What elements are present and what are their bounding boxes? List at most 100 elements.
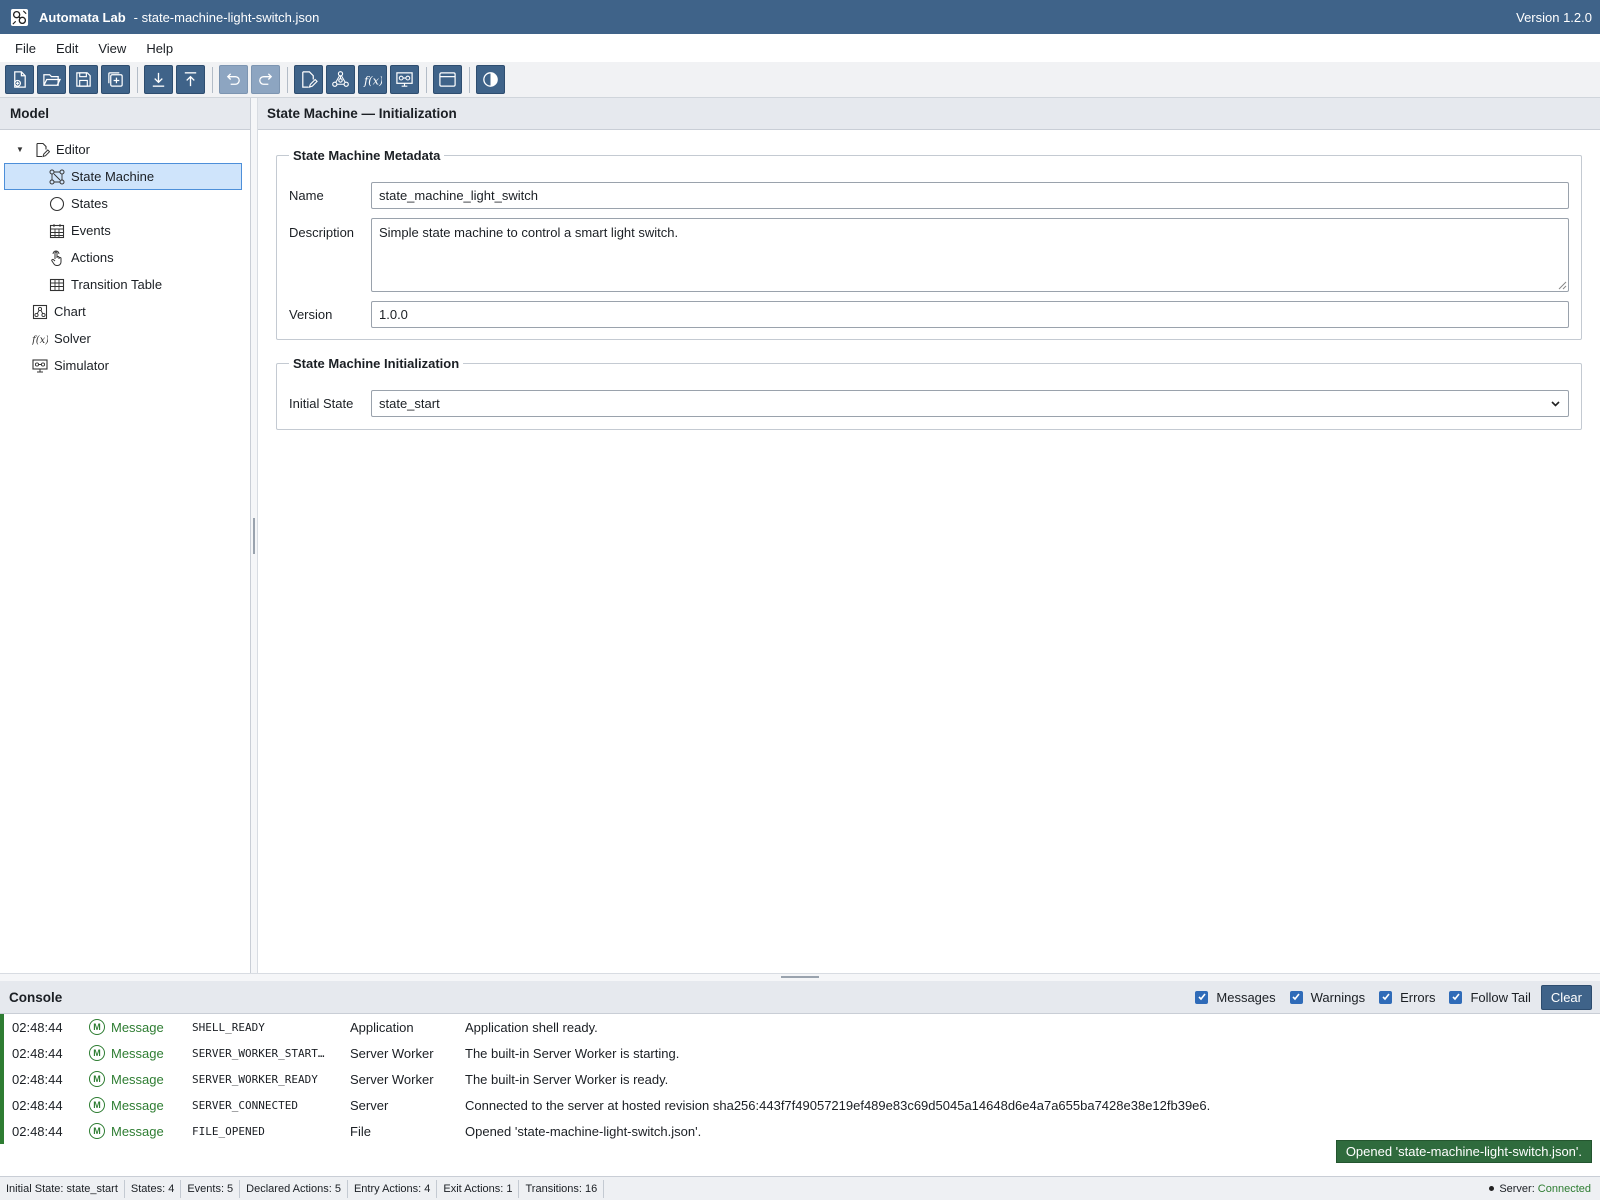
name-label: Name: [289, 188, 324, 203]
console-header: Console Messages Warnings Errors Follow …: [0, 981, 1600, 1014]
initial-state-select[interactable]: state_start: [371, 390, 1569, 417]
description-label: Description: [289, 225, 355, 240]
table-icon: [49, 277, 65, 293]
log-severity: M Message: [89, 1123, 192, 1139]
tree-item-label: Actions: [71, 250, 114, 265]
export-button[interactable]: [176, 65, 205, 94]
checkbox-checked-icon[interactable]: [1449, 990, 1463, 1004]
name-input[interactable]: state_machine_light_switch: [371, 182, 1569, 209]
initial-state-row: Initial State state_start: [289, 390, 1569, 417]
log-time: 02:48:44: [12, 1123, 63, 1139]
console-splitter[interactable]: [0, 973, 1600, 981]
hand-pointer-icon: [49, 250, 65, 266]
solver-button[interactable]: f(x): [358, 65, 387, 94]
svg-text:f(x): f(x): [32, 335, 48, 346]
toggle-layout-button[interactable]: [433, 65, 462, 94]
tree-item-state-machine[interactable]: State Machine: [4, 163, 242, 190]
log-row: 02:48:44 M Message SERVER_WORKER_READY Se…: [0, 1066, 1600, 1092]
messages-checkbox[interactable]: Messages: [1195, 990, 1276, 1005]
log-severity-label: Message: [111, 1071, 164, 1087]
toolbar-separator: [287, 66, 288, 93]
tree-item-transition-table[interactable]: Transition Table: [0, 271, 250, 298]
menu-view[interactable]: View: [88, 37, 136, 60]
app-logo-icon: [10, 8, 29, 26]
toolbar: f(x): [0, 62, 1600, 98]
page-title: State Machine — Initialization: [258, 98, 1600, 130]
tree-item-chart[interactable]: Chart: [0, 298, 250, 325]
notification-toast[interactable]: Opened 'state-machine-light-switch.json'…: [1335, 1140, 1592, 1163]
menu-help[interactable]: Help: [136, 37, 183, 60]
tree-item-states[interactable]: States: [0, 190, 250, 217]
model-tree: ▼ Editor State Machine States Events Act…: [0, 130, 250, 379]
splitter-grip[interactable]: [781, 976, 819, 978]
simulator-button[interactable]: [390, 65, 419, 94]
log-row: 02:48:44 M Message SERVER_WORKER_START… S…: [0, 1040, 1600, 1066]
tree-item-events[interactable]: Events: [0, 217, 250, 244]
resize-handle-icon[interactable]: [1558, 281, 1567, 290]
redo-button[interactable]: [251, 65, 280, 94]
tree-item-simulator[interactable]: Simulator: [0, 352, 250, 379]
chart-button[interactable]: [326, 65, 355, 94]
caret-down-icon[interactable]: ▼: [14, 145, 26, 154]
save-as-icon: [108, 72, 123, 87]
new-file-button[interactable]: [5, 65, 34, 94]
redo-icon: [259, 73, 273, 85]
clear-button[interactable]: Clear: [1540, 984, 1592, 1010]
message-badge-icon: M: [89, 1045, 105, 1061]
status-declared-actions: Declared Actions: 5: [240, 1179, 348, 1198]
title-bar: Automata Lab - state-machine-light-switc…: [0, 0, 1600, 34]
log-row: 02:48:44 M Message SHELL_READY Applicatio…: [0, 1014, 1600, 1040]
new-file-icon: [14, 71, 26, 88]
upload-icon: [184, 72, 197, 87]
tree-item-label: Simulator: [54, 358, 109, 373]
log-code: FILE_OPENED: [192, 1124, 265, 1138]
console-log: 02:48:44 M Message SHELL_READY Applicatio…: [0, 1014, 1600, 1163]
save-icon: [76, 72, 91, 87]
undo-button[interactable]: [219, 65, 248, 94]
server-status: Server: Connected: [1489, 1183, 1600, 1195]
log-time: 02:48:44: [12, 1071, 63, 1087]
model-sidebar: Model ▼ Editor State Machine States Even: [0, 98, 251, 973]
graph-icon: [332, 71, 349, 87]
state-machine-icon: [49, 169, 65, 185]
description-row: Description Simple state machine to cont…: [289, 218, 1569, 292]
log-severity: M Message: [89, 1019, 192, 1035]
initialization-fieldset: State Machine Initialization Initial Sta…: [276, 356, 1582, 430]
status-exit-actions: Exit Actions: 1: [437, 1179, 520, 1198]
chart-icon: [32, 304, 48, 320]
circle-icon: [49, 196, 65, 212]
tree-item-editor[interactable]: ▼ Editor: [0, 136, 250, 163]
status-initial-state: Initial State: state_start: [0, 1179, 125, 1198]
chevron-down-icon: [1551, 401, 1560, 407]
log-severity-label: Message: [111, 1123, 164, 1139]
status-entry-actions: Entry Actions: 4: [348, 1179, 438, 1198]
server-connected-text: Connected: [1537, 1182, 1591, 1195]
description-textarea[interactable]: Simple state machine to control a smart …: [371, 218, 1569, 292]
splitter-grip[interactable]: [253, 518, 255, 554]
menu-file[interactable]: File: [5, 37, 46, 60]
checkbox-checked-icon[interactable]: [1195, 990, 1209, 1004]
save-as-button[interactable]: [101, 65, 130, 94]
checkbox-checked-icon[interactable]: [1289, 990, 1303, 1004]
checkbox-checked-icon[interactable]: [1379, 990, 1393, 1004]
errors-checkbox[interactable]: Errors: [1379, 990, 1435, 1005]
version-input[interactable]: 1.0.0: [371, 301, 1569, 328]
log-time: 02:48:44: [12, 1097, 63, 1113]
message-badge-icon: M: [89, 1123, 105, 1139]
save-button[interactable]: [69, 65, 98, 94]
editor-button[interactable]: [294, 65, 323, 94]
log-source: Server Worker: [350, 1045, 434, 1061]
import-button[interactable]: [144, 65, 173, 94]
status-states: States: 4: [125, 1179, 182, 1198]
tree-item-actions[interactable]: Actions: [0, 244, 250, 271]
simulator-icon: [32, 358, 48, 374]
menu-edit[interactable]: Edit: [46, 37, 88, 60]
tree-item-solver[interactable]: f(x) Solver: [0, 325, 250, 352]
follow-tail-checkbox[interactable]: Follow Tail: [1449, 989, 1531, 1005]
tree-item-label: Chart: [54, 304, 86, 319]
open-file-button[interactable]: [37, 65, 66, 94]
follow-tail-label: Follow Tail: [1470, 989, 1531, 1005]
warnings-checkbox[interactable]: Warnings: [1289, 990, 1365, 1005]
theme-toggle-button[interactable]: [476, 65, 505, 94]
sidebar-splitter[interactable]: [251, 98, 258, 973]
